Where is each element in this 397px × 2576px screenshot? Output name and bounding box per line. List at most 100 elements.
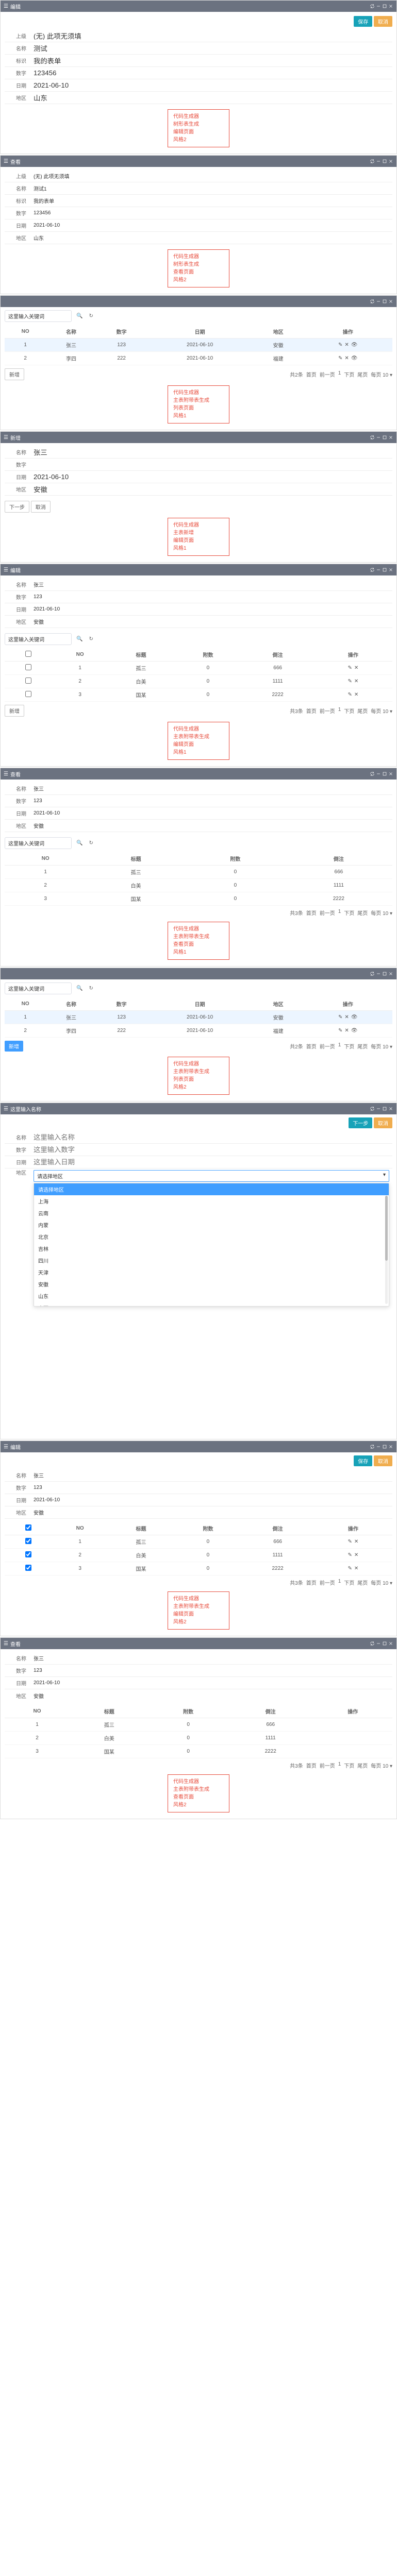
minimize-icon[interactable] (376, 1106, 381, 1111)
edit-icon[interactable]: ✎ (348, 1539, 352, 1545)
maximize-icon[interactable] (382, 1444, 387, 1449)
select-option[interactable]: 安徽 (34, 1278, 389, 1290)
close-icon[interactable] (388, 1444, 393, 1449)
table-row[interactable]: 2白美01111✎✕ (5, 1549, 392, 1562)
page-first[interactable]: 首页 (306, 1042, 317, 1050)
view-icon[interactable]: 👁 (351, 1028, 358, 1033)
page-size[interactable]: 每页 10 ▾ (371, 1579, 392, 1586)
page-prev[interactable]: 前一页 (320, 370, 335, 378)
edit-icon[interactable]: ✎ (338, 355, 342, 361)
refresh-icon[interactable] (370, 771, 375, 776)
refresh-icon[interactable] (370, 971, 375, 976)
add-button[interactable]: 新增 (5, 368, 24, 380)
view-icon[interactable]: 👁 (351, 1014, 358, 1020)
edit-icon[interactable]: ✎ (348, 692, 352, 698)
refresh-icon[interactable] (370, 299, 375, 304)
minimize-icon[interactable] (376, 435, 381, 440)
delete-icon[interactable]: ✕ (344, 1014, 349, 1020)
refresh-icon[interactable] (370, 567, 375, 572)
page-first[interactable]: 首页 (306, 1579, 317, 1586)
maximize-icon[interactable] (382, 1106, 387, 1111)
field-input[interactable] (34, 485, 389, 493)
table-row[interactable]: 1孤三0666✎✕ (5, 662, 392, 675)
page-next[interactable]: 下页 (344, 1761, 354, 1769)
page-size[interactable]: 每页 10 ▾ (371, 1042, 392, 1050)
page-last[interactable]: 尾页 (357, 909, 368, 917)
delete-icon[interactable]: ✕ (354, 1539, 358, 1545)
table-row[interactable]: 3国某02222✎✕ (5, 688, 392, 702)
cancel-button[interactable]: 取消 (374, 1455, 392, 1466)
row-checkbox[interactable] (25, 691, 31, 697)
edit-icon[interactable]: ✎ (338, 1014, 342, 1020)
page-size[interactable]: 每页 10 ▾ (371, 909, 392, 917)
search-icon[interactable]: 🔍 (75, 636, 84, 642)
add-button[interactable]: 新增 (5, 1041, 23, 1052)
page-first[interactable]: 首页 (306, 1761, 317, 1769)
close-icon[interactable] (388, 567, 393, 572)
page-prev[interactable]: 前一页 (320, 1761, 335, 1769)
minimize-icon[interactable] (376, 4, 381, 9)
table-row[interactable]: 1张三1232021-06-10安徽✎✕👁 (5, 1011, 392, 1024)
reset-icon[interactable]: ↻ (87, 313, 94, 319)
close-icon[interactable] (388, 299, 393, 304)
minimize-icon[interactable] (376, 1444, 381, 1449)
search-input[interactable]: 这里输入关键词 (5, 982, 72, 994)
table-row[interactable]: 3国某02222✎✕ (5, 1562, 392, 1575)
close-icon[interactable] (388, 771, 393, 776)
page-last[interactable]: 尾页 (357, 370, 368, 378)
page-next[interactable]: 下页 (344, 1042, 354, 1050)
maximize-icon[interactable] (382, 159, 387, 164)
refresh-icon[interactable] (370, 4, 375, 9)
scrollbar[interactable] (385, 1196, 388, 1304)
page-first[interactable]: 首页 (306, 707, 317, 715)
close-icon[interactable] (388, 1106, 393, 1111)
page-last[interactable]: 尾页 (357, 707, 368, 715)
view-icon[interactable]: 👁 (351, 355, 358, 361)
select-option[interactable]: 吉林 (34, 1243, 389, 1255)
add-button[interactable]: 新增 (5, 705, 24, 717)
checkbox-all[interactable] (25, 1524, 31, 1531)
delete-icon[interactable]: ✕ (354, 1552, 358, 1558)
next-button[interactable]: 下一步 (5, 501, 29, 513)
page-last[interactable]: 尾页 (357, 1042, 368, 1050)
maximize-icon[interactable] (382, 971, 387, 976)
cancel-button[interactable]: 取消 (31, 501, 51, 513)
select-option[interactable]: 请选择地区 (34, 1183, 389, 1195)
save-button[interactable]: 保存 (354, 16, 372, 27)
select-option[interactable]: 天津 (34, 1266, 389, 1278)
close-icon[interactable] (388, 435, 393, 440)
field-input[interactable] (34, 32, 389, 40)
field-input[interactable] (34, 1146, 389, 1154)
select-option[interactable]: 北京 (34, 1231, 389, 1243)
select-option[interactable]: 内蒙 (34, 1219, 389, 1231)
edit-icon[interactable]: ✎ (348, 1552, 352, 1558)
page-first[interactable]: 首页 (306, 370, 317, 378)
select-option[interactable]: 四川 (34, 1255, 389, 1266)
field-input[interactable] (34, 69, 389, 77)
select-option[interactable]: 上海 (34, 1195, 389, 1207)
row-checkbox[interactable] (25, 1551, 31, 1557)
select-option[interactable]: 云南 (34, 1207, 389, 1219)
next-button[interactable]: 下一步 (349, 1117, 372, 1128)
field-input[interactable] (34, 81, 389, 89)
edit-icon[interactable]: ✎ (348, 665, 352, 671)
table-row[interactable]: 2李四2222021-06-10福建✎✕👁 (5, 352, 392, 365)
cancel-button[interactable]: 取消 (374, 1117, 392, 1128)
refresh-icon[interactable] (370, 435, 375, 440)
refresh-icon[interactable] (370, 1641, 375, 1646)
page-size[interactable]: 每页 10 ▾ (371, 707, 392, 715)
page-next[interactable]: 下页 (344, 707, 354, 715)
search-input[interactable]: 这里输入关键词 (5, 633, 72, 645)
refresh-icon[interactable] (370, 159, 375, 164)
search-icon[interactable]: 🔍 (75, 840, 84, 846)
minimize-icon[interactable] (376, 771, 381, 776)
table-row[interactable]: 2白美01111✎✕ (5, 675, 392, 688)
select-option[interactable]: 山西 (34, 1302, 389, 1307)
reset-icon[interactable]: ↻ (87, 636, 94, 642)
page-next[interactable]: 下页 (344, 1579, 354, 1586)
minimize-icon[interactable] (376, 567, 381, 572)
page-next[interactable]: 下页 (344, 909, 354, 917)
save-button[interactable]: 保存 (354, 1455, 372, 1466)
delete-icon[interactable]: ✕ (354, 1566, 358, 1571)
minimize-icon[interactable] (376, 299, 381, 304)
